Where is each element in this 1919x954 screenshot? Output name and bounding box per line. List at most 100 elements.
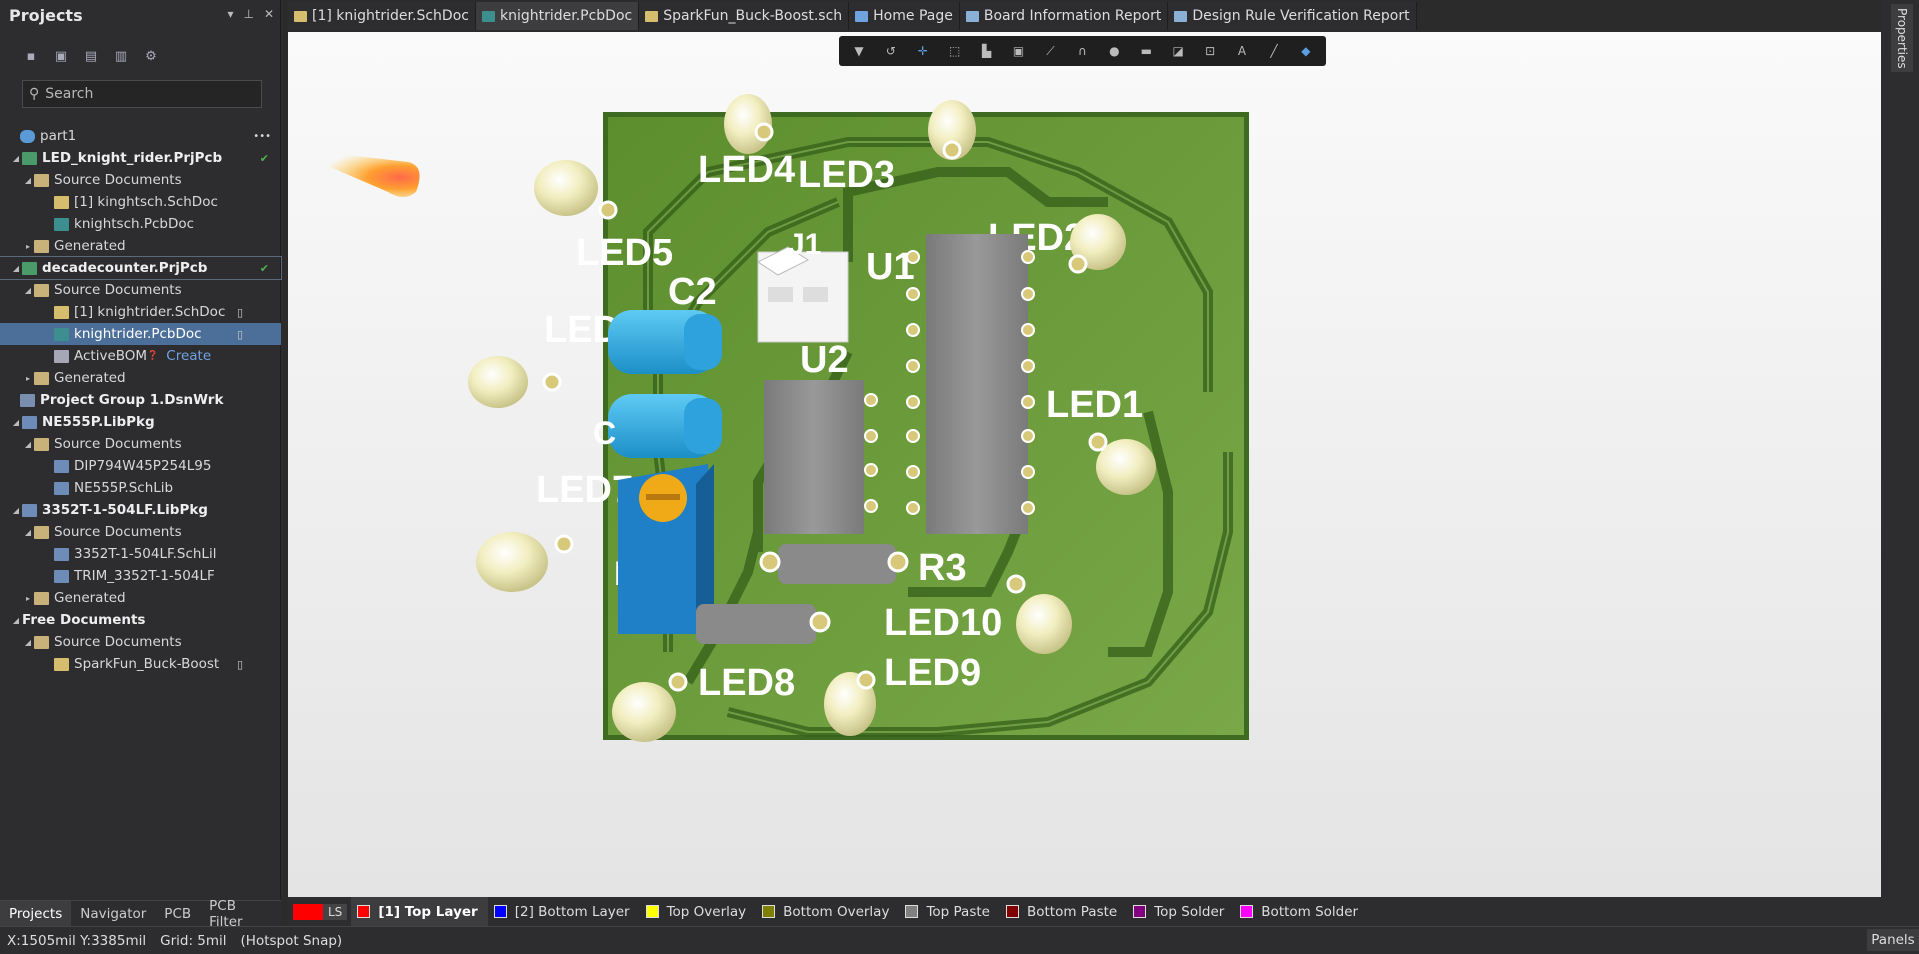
save-all-icon[interactable]: ▣	[52, 48, 70, 64]
doc-tab[interactable]: [1] knightrider.SchDoc	[288, 2, 476, 30]
panel-tab-projects[interactable]: Projects	[0, 901, 72, 926]
panel-tab-pcb-filter[interactable]: PCB Filter	[200, 898, 281, 930]
tree-item[interactable]: SparkFun_Buck-Boost ▯	[0, 653, 281, 675]
modified-doc-icon: ▯	[236, 327, 243, 341]
tree-item[interactable]: 3352T-1-504LF.SchLil	[0, 543, 281, 565]
fill-icon[interactable]: ▬	[1138, 43, 1155, 60]
text-icon[interactable]: A	[1234, 43, 1251, 60]
panel-tab-navigator[interactable]: Navigator	[71, 901, 155, 926]
expand-arrow-icon[interactable]: ◢	[22, 528, 34, 537]
silk-c2: C2	[668, 271, 717, 313]
tree-item[interactable]: ◢ Source Documents	[0, 433, 281, 455]
expand-arrow-icon[interactable]: ◢	[22, 638, 34, 647]
tree-item[interactable]: [1] kinghtsch.SchDoc	[0, 191, 281, 213]
create-bom-link[interactable]: Create	[166, 348, 211, 364]
expand-arrow-icon[interactable]: ◢	[22, 286, 34, 295]
more-options-icon[interactable]: •••	[253, 131, 271, 142]
cloud-icon	[20, 129, 35, 143]
open-folder-icon[interactable]: ▥	[112, 48, 130, 64]
expand-arrow-icon[interactable]: ◢	[10, 418, 22, 427]
3d-icon[interactable]: ◆	[1297, 43, 1314, 60]
tree-item[interactable]: knightsch.PcbDoc	[0, 213, 281, 235]
tree-item[interactable]: ◢ Free Documents	[0, 609, 281, 631]
tree-item[interactable]: TRIM_3352T-1-504LF	[0, 565, 281, 587]
search-input[interactable]: ⚲ Search	[22, 80, 262, 108]
tree-item[interactable]: ▸ Generated	[0, 587, 281, 609]
panel-menu-icon[interactable]: ▾	[227, 7, 233, 21]
route-icon[interactable]: ↺	[882, 43, 899, 60]
arc-icon[interactable]: ∩	[1074, 43, 1091, 60]
dim-icon[interactable]: ⊡	[1202, 43, 1219, 60]
expand-arrow-icon[interactable]: ◢	[10, 506, 22, 515]
tree-item[interactable]: ◢ NE555P.LibPkg	[0, 411, 281, 433]
tree-item[interactable]: DIP794W45P254L95	[0, 455, 281, 477]
tree-item[interactable]: ◢ 3352T-1-504LF.LibPkg	[0, 499, 281, 521]
expand-arrow-icon[interactable]: ▸	[22, 374, 34, 383]
expand-arrow-icon[interactable]: ◢	[22, 440, 34, 449]
doc-tab[interactable]: Board Information Report	[959, 2, 1169, 30]
pin-icon[interactable]: ⊥	[243, 7, 253, 21]
projects-toolbar: ▪ ▣ ▤ ▥ ⚙	[0, 40, 280, 72]
panel-tab-pcb[interactable]: PCB	[155, 901, 200, 926]
component-icon[interactable]: ▣	[1010, 43, 1027, 60]
tree-item[interactable]: ◢ decadecounter.PrjPcb ✔	[0, 256, 282, 280]
doc-tab[interactable]: Home Page	[849, 2, 960, 30]
expand-arrow-icon[interactable]: ▸	[22, 242, 34, 251]
pcb-3d-canvas[interactable]: LED4 LED3 LED2 LED5 U1 C2 LED U2 LED1 LE…	[288, 32, 1881, 897]
tree-item-label: Source Documents	[54, 436, 182, 452]
layer-tab[interactable]: [1] Top Layer	[351, 897, 488, 926]
layer-tab[interactable]: Bottom Overlay	[756, 897, 899, 926]
layer-tab[interactable]: Bottom Paste	[1000, 897, 1127, 926]
doc-tab[interactable]: Design Rule Verification Report	[1168, 2, 1417, 30]
open-project-icon[interactable]: ▤	[82, 48, 100, 64]
tree-item[interactable]: ▸ Generated	[0, 367, 281, 389]
layer-color-swatch	[762, 905, 776, 918]
doc-tab[interactable]: knightrider.PcbDoc	[475, 2, 640, 30]
expand-arrow-icon[interactable]: ◢	[10, 616, 22, 625]
layer-tab-label: Top Paste	[926, 903, 990, 920]
doc-tab[interactable]: SparkFun_Buck-Boost.sch	[639, 2, 850, 30]
tree-item[interactable]: ▸ Generated	[0, 235, 281, 257]
layer-tab[interactable]: [2] Bottom Layer	[488, 897, 640, 926]
layer-color-swatch	[357, 905, 371, 918]
line-icon[interactable]: ╱	[1265, 43, 1282, 60]
tree-item-label: TRIM_3352T-1-504LF	[74, 568, 215, 584]
expand-arrow-icon[interactable]: ◢	[22, 176, 34, 185]
tree-item[interactable]: ◢ Source Documents	[0, 521, 281, 543]
tree-item[interactable]: [1] knightrider.SchDoc ▯	[0, 301, 281, 323]
layer-tab[interactable]: Top Overlay	[640, 897, 757, 926]
help-icon[interactable]: ❓	[147, 351, 158, 361]
filter-icon[interactable]: ▼	[850, 43, 867, 60]
tree-item[interactable]: NE555P.SchLib	[0, 477, 281, 499]
tree-item[interactable]: ◢ Source Documents	[0, 169, 281, 191]
report-doc-icon	[1174, 10, 1188, 22]
tree-item[interactable]: ◢ LED_knight_rider.PrjPcb ✔	[0, 147, 281, 169]
layer-tab[interactable]: Bottom Solder	[1234, 897, 1368, 926]
tree-item[interactable]: Project Group 1.DsnWrk	[0, 389, 281, 411]
u1-ic	[906, 234, 1035, 534]
panels-button[interactable]: Panels	[1867, 929, 1919, 951]
polygon-icon[interactable]: ◪	[1170, 43, 1187, 60]
close-icon[interactable]: ✕	[264, 7, 274, 21]
layer-set-button[interactable]: LS	[293, 903, 348, 921]
settings-icon[interactable]: ⚙	[142, 48, 160, 64]
layer-tab[interactable]: Top Paste	[899, 897, 1000, 926]
layer-tab-label: [1] Top Layer	[378, 903, 478, 920]
save-icon[interactable]: ▪	[22, 48, 40, 64]
align-icon[interactable]: ▙	[978, 43, 995, 60]
cross-icon[interactable]: ✛	[914, 43, 931, 60]
layer-tab[interactable]: Top Solder	[1127, 897, 1234, 926]
pin-icon[interactable]: ●	[1106, 43, 1123, 60]
tree-item[interactable]: ◢ Source Documents	[0, 279, 281, 301]
expand-arrow-icon[interactable]: ▸	[22, 594, 34, 603]
tree-item-label: 3352T-1-504LF.SchLil	[74, 546, 217, 562]
track-icon[interactable]: ⟋	[1042, 43, 1059, 60]
select-rect-icon[interactable]: ⬚	[946, 43, 963, 60]
tree-item[interactable]: part1 •••	[0, 125, 281, 147]
expand-arrow-icon[interactable]: ◢	[10, 264, 22, 273]
tree-item[interactable]: ◢ Source Documents	[0, 631, 281, 653]
properties-panel-tab[interactable]: Properties	[1891, 4, 1913, 72]
expand-arrow-icon[interactable]: ◢	[10, 154, 22, 163]
tree-item[interactable]: knightrider.PcbDoc ▯	[0, 323, 281, 345]
tree-item[interactable]: ActiveBOM ❓ Create	[0, 345, 281, 367]
